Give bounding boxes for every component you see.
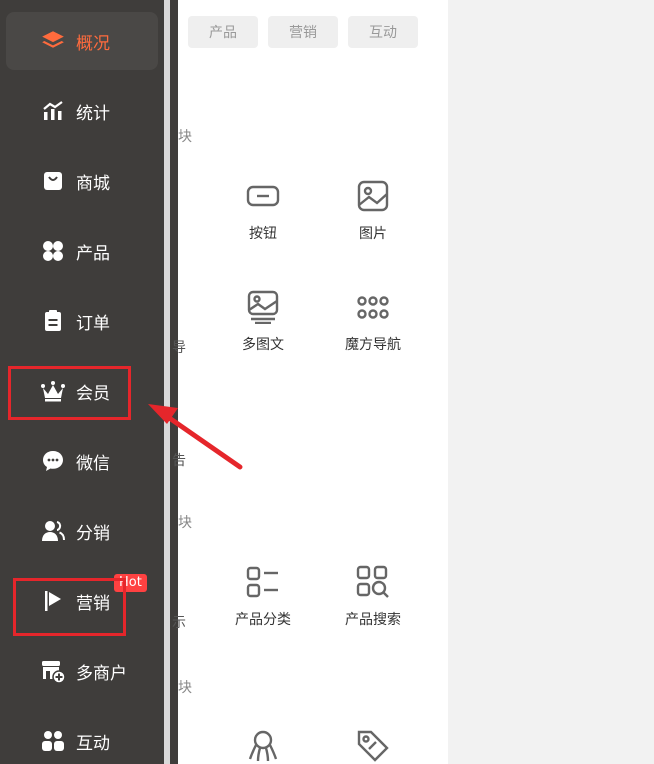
tab-marketing[interactable]: 营销 [268, 16, 338, 48]
component-image[interactable]: 图片 [318, 177, 428, 243]
component-label-fragment: 告 [172, 453, 186, 469]
layers-icon [36, 24, 70, 58]
people-icon [36, 724, 70, 758]
category-list-icon [244, 563, 282, 601]
sidebar-item-distribution[interactable]: 分销 [6, 502, 158, 560]
component-label: 产品搜索 [345, 612, 401, 628]
sidebar-item-label: 多商户 [76, 663, 127, 684]
component-button[interactable]: 按钮 [208, 177, 318, 243]
sidebar-item-label: 产品 [76, 243, 110, 264]
sidebar-item-label: 互动 [76, 733, 110, 754]
shop-bag-icon [36, 164, 70, 198]
chat-bubble-icon [36, 444, 70, 478]
sidebar-item-label: 概况 [76, 33, 110, 54]
preview-area [448, 0, 654, 764]
section-heading-fragment: 块 [178, 129, 192, 145]
sidebar-item-overview[interactable]: 概况 [6, 12, 158, 70]
sidebar-item-products[interactable]: 产品 [6, 222, 158, 280]
sidebar-item-label: 微信 [76, 453, 110, 474]
component-label: 多图文 [242, 337, 284, 353]
coupon-tag-icon [354, 727, 392, 764]
component-multi-image-text[interactable]: 多图文 [208, 288, 318, 354]
sidebar-item-wechat[interactable]: 微信 [6, 432, 158, 490]
clipboard-icon [36, 304, 70, 338]
section-heading-fragment: 块 [178, 515, 192, 531]
highlight-marketing [13, 578, 126, 636]
chart-icon [36, 94, 70, 128]
component-label: 按钮 [249, 226, 277, 242]
sidebar-item-statistics[interactable]: 统计 [6, 82, 158, 140]
tab-interaction[interactable]: 互动 [348, 16, 418, 48]
sidebar-item-label: 订单 [76, 313, 110, 334]
component-label-fragment: 导 [172, 340, 186, 356]
sidebar-item-label: 分销 [76, 523, 110, 544]
component-panel [178, 0, 448, 764]
multi-image-icon [244, 288, 282, 326]
tab-products[interactable]: 产品 [188, 16, 258, 48]
sidebar-item-orders[interactable]: 订单 [6, 292, 158, 350]
component-product-category[interactable]: 产品分类 [208, 563, 318, 629]
sidebar-edge [170, 0, 178, 764]
sidebar-item-label: 商城 [76, 173, 110, 194]
component-label: 产品分类 [235, 612, 291, 628]
component-label: 图片 [359, 226, 387, 242]
button-icon [244, 177, 282, 215]
component-cube-nav[interactable]: 魔方导航 [318, 288, 428, 354]
component-product-search[interactable]: 产品搜索 [318, 563, 428, 629]
users-icon [36, 514, 70, 548]
sidebar-item-mall[interactable]: 商城 [6, 152, 158, 210]
highlight-members [8, 366, 131, 420]
worm-icon [244, 727, 282, 764]
image-icon [354, 177, 392, 215]
component-partial[interactable] [318, 727, 428, 764]
component-label-fragment: 示 [172, 615, 186, 631]
clover-icon [36, 234, 70, 268]
sidebar-item-interaction[interactable]: 互动 [6, 712, 158, 764]
dot-grid-icon [354, 288, 392, 326]
sidebar-item-label: 统计 [76, 103, 110, 124]
search-grid-icon [354, 563, 392, 601]
component-label: 魔方导航 [345, 337, 401, 353]
sidebar-item-multi-merchant[interactable]: 多商户 [6, 642, 158, 700]
store-add-icon [36, 654, 70, 688]
section-heading-fragment: 块 [178, 680, 192, 696]
component-partial[interactable] [208, 727, 318, 764]
